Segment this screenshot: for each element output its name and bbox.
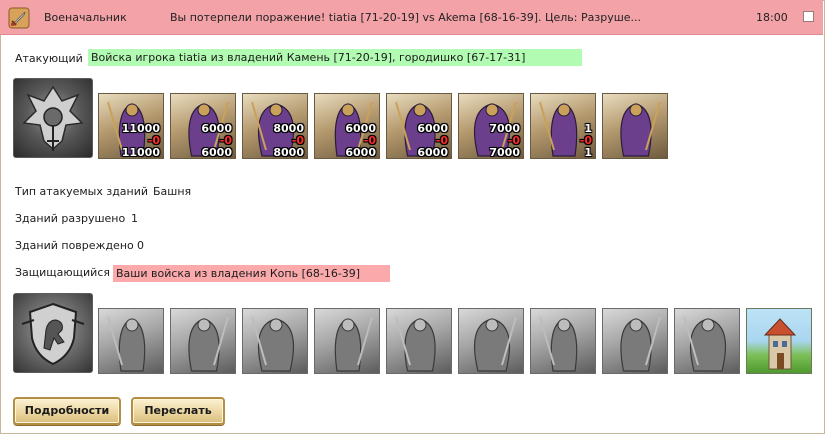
attacker-unit-4[interactable]: 6000 -0 6000 (314, 93, 380, 159)
forward-button[interactable]: Переслать (131, 397, 225, 425)
attacker-unit-2[interactable]: 6000 -0 6000 (170, 93, 236, 159)
unit-count-lost: -0 (579, 134, 592, 147)
unit-count-lost: -0 (219, 134, 232, 147)
unit-count-remaining: 6000 (417, 146, 448, 159)
defender-unit-6[interactable] (458, 308, 524, 374)
attacker-unit-3[interactable]: 8000 -0 8000 (242, 93, 308, 159)
crossbowman-icon (473, 316, 517, 372)
buildings-damaged-value: 0 (137, 239, 144, 252)
watchtower-icon (763, 318, 797, 370)
lion-crest-emblem-icon (21, 302, 85, 366)
unit-count-lost: -0 (363, 134, 376, 147)
unit-count-total: 6000 (201, 122, 232, 135)
building-type-label: Тип атакуемых зданий (15, 185, 149, 198)
hooded-monk-icon (539, 316, 578, 372)
message-sender: Военачальник (44, 11, 127, 24)
attacker-unit-8[interactable] (602, 93, 668, 159)
defender-label: Защищающийся (15, 266, 110, 279)
unit-count-total: 6000 (417, 122, 448, 135)
defender-unit-10[interactable] (746, 308, 812, 374)
select-checkbox[interactable] (803, 11, 814, 22)
unit-count-total: 1 (584, 122, 592, 135)
buildings-damaged-label: Зданий повреждено (15, 239, 134, 252)
unit-count-remaining: 11000 (121, 146, 160, 159)
attacker-unit-6[interactable]: 7000 -0 7000 (458, 93, 524, 159)
swordsman-icon (620, 316, 661, 372)
wraith-icon (683, 316, 727, 372)
pikeman-icon (251, 316, 295, 372)
attacker-unit-7[interactable]: 1 -0 1 (530, 93, 596, 159)
dark-hero-emblem-icon (22, 85, 84, 151)
building-type-value: Башня (153, 185, 192, 198)
griffin-icon (395, 316, 436, 372)
unit-count-total: 8000 (273, 122, 304, 135)
unit-count-remaining: 1 (584, 146, 592, 159)
unit-count-remaining: 7000 (489, 146, 520, 159)
mace-warrior-icon (188, 316, 229, 372)
defender-unit-4[interactable] (314, 308, 380, 374)
message-subject: Вы потерпели поражение! tiatia [71-20-19… (170, 11, 642, 24)
unit-count-lost: -0 (291, 134, 304, 147)
attacker-description: Войска игрока tiatia из владений Камень … (88, 49, 582, 66)
defender-unit-3[interactable] (242, 308, 308, 374)
sword-icon (8, 7, 30, 29)
message-header[interactable]: Военачальник Вы потерпели поражение! tia… (0, 0, 823, 35)
unit-count-remaining: 8000 (273, 146, 304, 159)
unit-count-total: 11000 (121, 122, 160, 135)
attacker-label: Атакующий (15, 52, 83, 65)
reaper-icon (620, 101, 661, 157)
defender-description: Ваши войска из владения Копь [68-16-39] (113, 265, 390, 282)
defender-unit-2[interactable] (170, 308, 236, 374)
unit-count-lost: -0 (435, 134, 448, 147)
buildings-destroyed-label: Зданий разрушено (15, 212, 126, 225)
unit-count-remaining: 6000 (345, 146, 376, 159)
defender-unit-7[interactable] (530, 308, 596, 374)
defender-unit-1[interactable] (98, 308, 164, 374)
unit-count-remaining: 6000 (201, 146, 232, 159)
unit-count-lost: -0 (147, 134, 160, 147)
attacker-unit-5[interactable]: 6000 -0 6000 (386, 93, 452, 159)
unit-count-lost: -0 (507, 134, 520, 147)
defender-hero-portrait[interactable] (13, 293, 93, 373)
attacker-hero-portrait[interactable] (13, 78, 93, 158)
buildings-destroyed-value: 1 (131, 212, 138, 225)
details-button[interactable]: Подробности (13, 397, 121, 425)
defender-unit-8[interactable] (602, 308, 668, 374)
unit-count-total: 7000 (489, 122, 520, 135)
defender-unit-5[interactable] (386, 308, 452, 374)
defender-unit-9[interactable] (674, 308, 740, 374)
unit-count-total: 6000 (345, 122, 376, 135)
attacker-unit-1[interactable]: 11000 -0 11000 (98, 93, 164, 159)
cavalry-knight-icon (334, 316, 373, 372)
armored-beast-icon (107, 316, 146, 372)
message-time: 18:00 (756, 11, 788, 24)
